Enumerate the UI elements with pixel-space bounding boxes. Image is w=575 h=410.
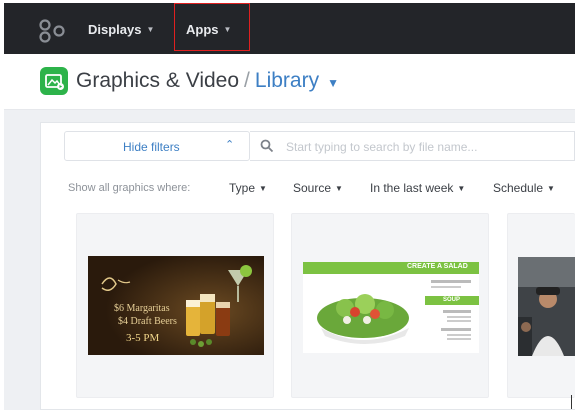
- graphic-thumbnail: $6 Margaritas $4 Draft Beers 3-5 PM: [88, 256, 264, 355]
- graphic-card[interactable]: CREATE A SALAD SOUP: [291, 213, 489, 398]
- filter-time-range-label: In the last week: [370, 181, 454, 195]
- page-title-text: Graphics & Video: [76, 69, 240, 92]
- promo-line-hours: 3-5 PM: [126, 332, 160, 344]
- filter-type-label: Type: [229, 181, 256, 195]
- chevron-down-icon[interactable]: ▼: [327, 76, 339, 90]
- section-selector[interactable]: Library: [255, 69, 319, 93]
- chevron-down-icon: ▼: [457, 184, 466, 193]
- apps-highlight-box: [174, 3, 250, 51]
- search-input[interactable]: [286, 138, 566, 156]
- graphic-thumbnail: CREATE A SALAD SOUP: [303, 262, 479, 353]
- page-title: Graphics & Video / Library ▼: [76, 69, 339, 93]
- chevron-down-icon: ▼: [259, 184, 267, 193]
- nav-displays-label: Displays: [88, 22, 142, 37]
- graphic-card[interactable]: [507, 213, 575, 398]
- filter-time-range[interactable]: In the last week ▼: [370, 181, 465, 195]
- salad-title: CREATE A SALAD: [407, 263, 468, 270]
- chevron-down-icon: ▼: [335, 184, 343, 193]
- top-nav-bar: Displays ▼ Apps ▼: [4, 3, 575, 54]
- page-header: Graphics & Video / Library ▼: [4, 54, 575, 110]
- hide-filters-button[interactable]: Hide filters ⌃: [64, 131, 250, 161]
- promo-line-margaritas: $6 Margaritas: [114, 303, 170, 314]
- logo-icon[interactable]: [39, 19, 65, 43]
- search-icon: [260, 139, 274, 153]
- promo-line-beers: $4 Draft Beers: [118, 316, 177, 327]
- soup-title: SOUP: [443, 297, 461, 303]
- hide-filters-label: Hide filters: [123, 140, 180, 154]
- search-bar: [250, 131, 575, 161]
- chevron-down-icon: ▼: [547, 184, 555, 193]
- graphic-thumbnail: [518, 257, 575, 356]
- filter-schedule-label: Schedule: [493, 181, 544, 195]
- title-separator: /: [244, 69, 250, 92]
- scroll-indicator: [571, 395, 572, 409]
- filter-type[interactable]: Type ▼: [229, 181, 267, 195]
- nav-displays[interactable]: Displays ▼: [88, 22, 154, 37]
- filters-lead-text: Show all graphics where:: [68, 182, 191, 194]
- filter-source-label: Source: [293, 181, 332, 195]
- graphics-app-icon: [40, 67, 68, 95]
- filter-source[interactable]: Source ▼: [293, 181, 343, 195]
- chevron-down-icon: ▼: [146, 25, 155, 34]
- filter-schedule[interactable]: Schedule ▼: [493, 181, 555, 195]
- chevron-up-icon: ⌃: [225, 139, 235, 151]
- graphic-card[interactable]: $6 Margaritas $4 Draft Beers 3-5 PM: [76, 213, 274, 398]
